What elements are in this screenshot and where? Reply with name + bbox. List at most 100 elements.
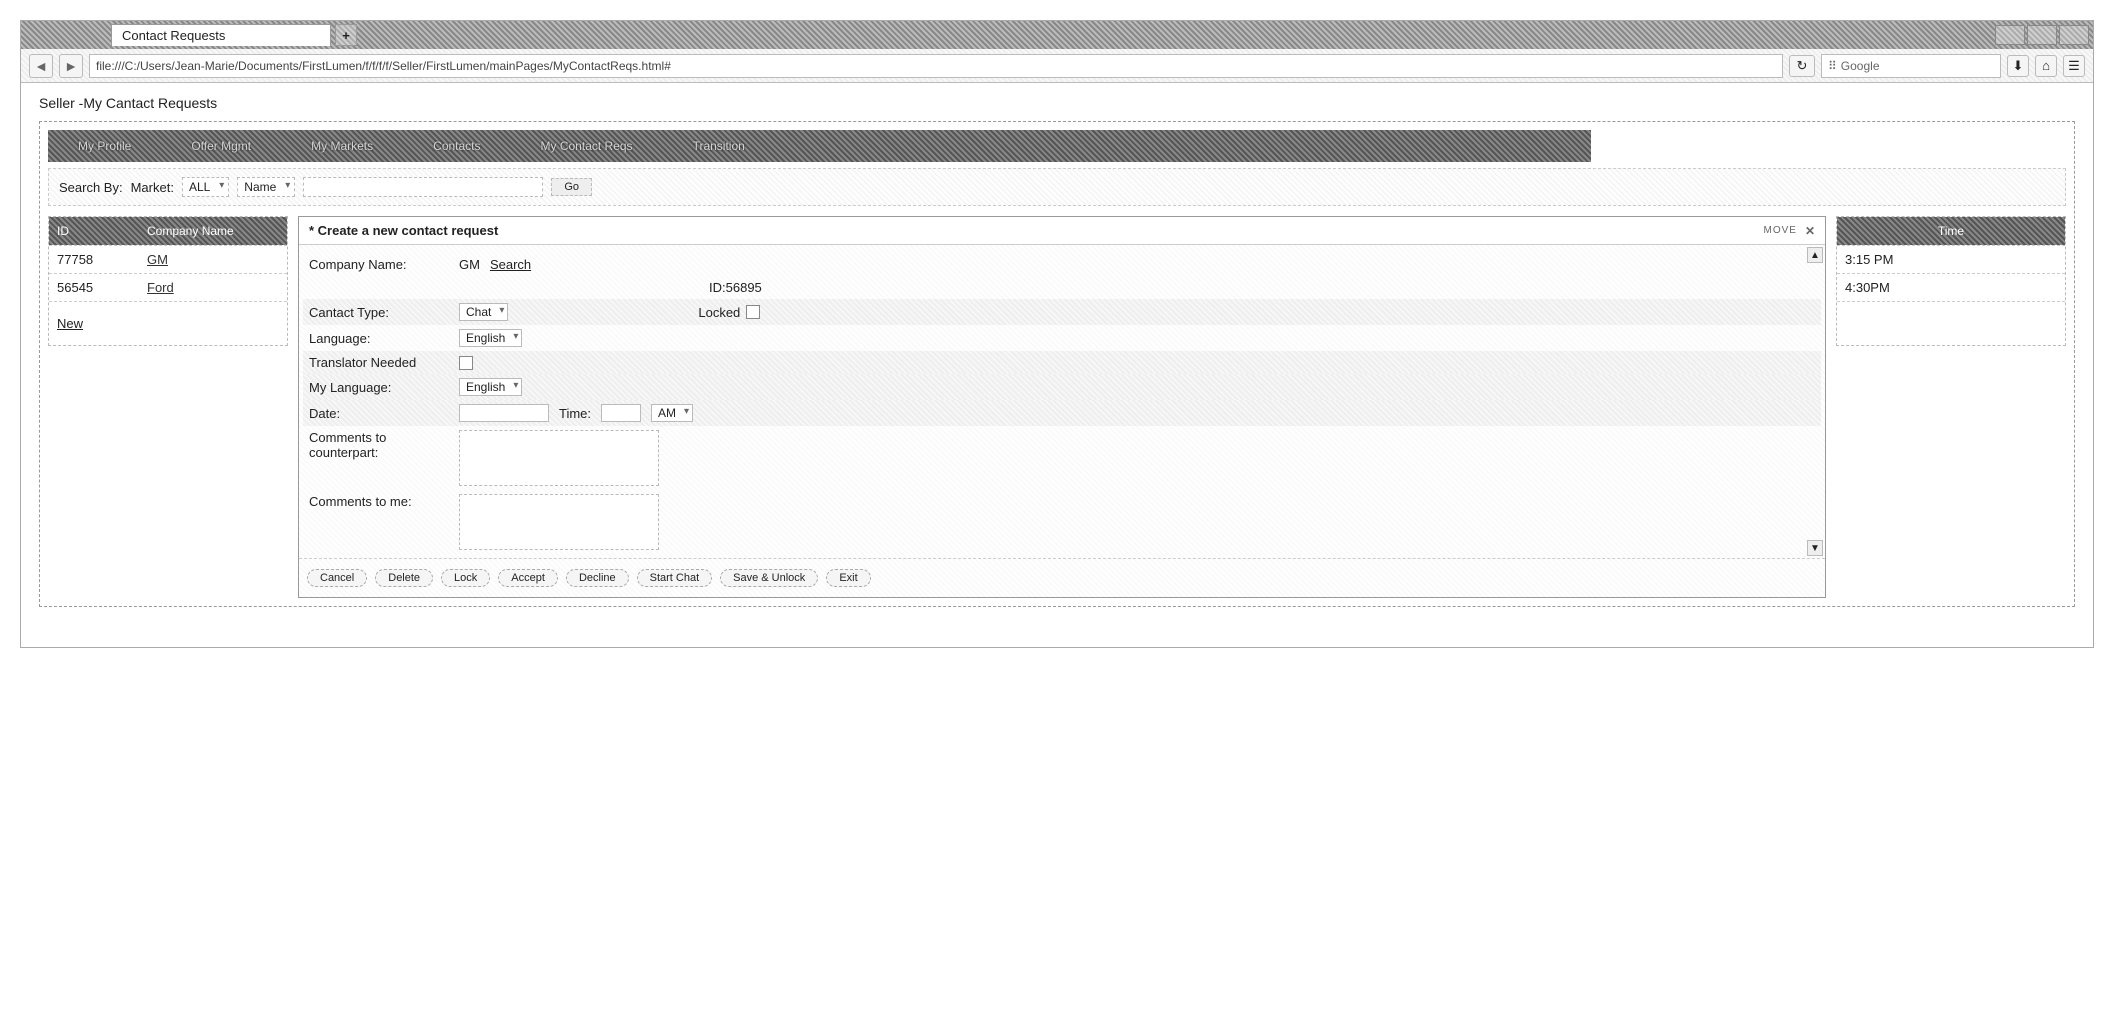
comments-cp-row: Comments to counterpart: bbox=[309, 426, 1815, 490]
accept-button[interactable]: Accept bbox=[498, 569, 558, 587]
window-minimize-button[interactable] bbox=[1995, 25, 2025, 45]
translator-checkbox[interactable] bbox=[459, 356, 473, 370]
window-close-button[interactable] bbox=[2059, 25, 2089, 45]
scroll-down-button[interactable]: ▼ bbox=[1807, 540, 1823, 556]
new-tab-button[interactable]: + bbox=[335, 24, 357, 46]
nav-my-contact-reqs[interactable]: My Contact Reqs bbox=[521, 135, 653, 157]
exit-button[interactable]: Exit bbox=[826, 569, 870, 587]
start-chat-button[interactable]: Start Chat bbox=[637, 569, 713, 587]
downloads-icon[interactable]: ⬇ bbox=[2007, 55, 2029, 77]
nav-my-profile[interactable]: My Profile bbox=[58, 135, 151, 157]
language-label: Language: bbox=[309, 331, 449, 346]
locked-label: Locked bbox=[698, 305, 740, 320]
left-column: ID Company Name 77758 GM 56545 Ford Ne bbox=[48, 216, 288, 598]
market-label: Market: bbox=[131, 180, 174, 195]
company-name-value: GM bbox=[459, 257, 480, 272]
time-input[interactable] bbox=[601, 404, 641, 422]
search-field-dropdown[interactable]: Name bbox=[237, 177, 295, 197]
content-row: ID Company Name 77758 GM 56545 Ford Ne bbox=[42, 216, 2072, 604]
decline-button[interactable]: Decline bbox=[566, 569, 629, 587]
contact-type-label: Cantact Type: bbox=[309, 305, 449, 320]
time-table-footer bbox=[1837, 301, 2065, 345]
ampm-dropdown[interactable]: AM bbox=[651, 404, 693, 422]
table-row[interactable]: 77758 GM bbox=[49, 245, 287, 273]
locked-field: Locked bbox=[698, 305, 760, 320]
page-title: Seller -My Cantact Requests bbox=[39, 95, 2075, 111]
time-table-header: Time bbox=[1837, 217, 2065, 245]
company-row: Company Name: GM Search bbox=[309, 253, 1815, 276]
browser-toolbar: ◄ ► file:///C:/Users/Jean-Marie/Document… bbox=[21, 49, 2093, 83]
main-navbar: My Profile Offer Mgmt My Markets Contact… bbox=[48, 130, 1591, 162]
time-label: Time: bbox=[559, 406, 591, 421]
browser-titlebar: Contact Requests + bbox=[21, 21, 2093, 49]
search-bar: Search By: Market: ALL Name Go bbox=[48, 168, 2066, 206]
window-maximize-button[interactable] bbox=[2027, 25, 2057, 45]
address-bar[interactable]: file:///C:/Users/Jean-Marie/Documents/Fi… bbox=[89, 54, 1783, 78]
table-row[interactable]: 56545 Ford bbox=[49, 273, 287, 301]
search-by-label: Search By: bbox=[59, 180, 123, 195]
table-row[interactable]: 4:30PM bbox=[1837, 273, 2065, 301]
new-link[interactable]: New bbox=[57, 316, 83, 331]
contact-type-row: Cantact Type: Chat Locked bbox=[303, 299, 1821, 325]
translator-row: Translator Needed bbox=[303, 351, 1821, 374]
save-unlock-button[interactable]: Save & Unlock bbox=[720, 569, 818, 587]
search-placeholder: Google bbox=[1841, 59, 1880, 73]
dialog-titlebar[interactable]: * Create a new contact request MOVE ✕ bbox=[299, 217, 1825, 245]
main-panel: My Profile Offer Mgmt My Markets Contact… bbox=[39, 121, 2075, 607]
id-label: ID: bbox=[709, 280, 726, 295]
time-table: Time 3:15 PM 4:30PM bbox=[1836, 216, 2066, 346]
requests-table: ID Company Name 77758 GM 56545 Ford Ne bbox=[48, 216, 288, 346]
reload-icon: ↻ bbox=[1797, 58, 1808, 74]
locked-checkbox[interactable] bbox=[746, 305, 760, 319]
dialog-title-text: * Create a new contact request bbox=[309, 223, 498, 238]
comments-me-label: Comments to me: bbox=[309, 494, 449, 509]
dialog-close-button[interactable]: ✕ bbox=[1805, 224, 1815, 238]
cell-company-link[interactable]: Ford bbox=[147, 280, 174, 295]
comments-cp-textarea[interactable] bbox=[459, 430, 659, 486]
id-display: ID:56895 bbox=[709, 280, 762, 295]
browser-tab[interactable]: Contact Requests bbox=[111, 24, 331, 46]
go-button[interactable]: Go bbox=[551, 178, 592, 196]
cell-company-link[interactable]: GM bbox=[147, 252, 168, 267]
my-language-row: My Language: English bbox=[303, 374, 1821, 400]
market-dropdown[interactable]: ALL bbox=[182, 177, 229, 197]
comments-me-textarea[interactable] bbox=[459, 494, 659, 550]
date-label: Date: bbox=[309, 406, 449, 421]
nav-offer-mgmt[interactable]: Offer Mgmt bbox=[171, 135, 271, 157]
contact-type-dropdown[interactable]: Chat bbox=[459, 303, 508, 321]
translator-label: Translator Needed bbox=[309, 355, 449, 370]
browser-window: Contact Requests + ◄ ► file:///C:/Users/… bbox=[20, 20, 2094, 648]
forward-button[interactable]: ► bbox=[59, 54, 83, 78]
table-footer: New bbox=[49, 301, 287, 345]
col-id: ID bbox=[57, 224, 117, 238]
nav-transition[interactable]: Transition bbox=[673, 135, 765, 157]
cancel-button[interactable]: Cancel bbox=[307, 569, 367, 587]
home-icon[interactable]: ⌂ bbox=[2035, 55, 2057, 77]
delete-button[interactable]: Delete bbox=[375, 569, 433, 587]
id-value: 56895 bbox=[726, 280, 762, 295]
col-company: Company Name bbox=[147, 224, 234, 238]
cell-time: 3:15 PM bbox=[1845, 252, 1893, 267]
search-text-input[interactable] bbox=[303, 177, 543, 197]
reload-button[interactable]: ↻ bbox=[1789, 55, 1815, 77]
nav-contacts[interactable]: Contacts bbox=[413, 135, 500, 157]
page-content: Seller -My Cantact Requests My Profile O… bbox=[21, 83, 2093, 647]
window-controls bbox=[1995, 25, 2093, 45]
date-input[interactable] bbox=[459, 404, 549, 422]
dialog-move-handle[interactable]: MOVE bbox=[1763, 225, 1796, 236]
cell-time: 4:30PM bbox=[1845, 280, 1890, 295]
dialog-body: ▲ Company Name: GM Search ID:56895 bbox=[299, 245, 1825, 558]
search-engine-icon: ⠿ bbox=[1828, 59, 1837, 73]
nav-my-markets[interactable]: My Markets bbox=[291, 135, 393, 157]
my-language-dropdown[interactable]: English bbox=[459, 378, 522, 396]
company-search-link[interactable]: Search bbox=[490, 257, 531, 272]
browser-search-box[interactable]: ⠿ Google bbox=[1821, 54, 2001, 78]
back-button[interactable]: ◄ bbox=[29, 54, 53, 78]
dialog-button-row: Cancel Delete Lock Accept Decline Start … bbox=[299, 558, 1825, 597]
scroll-up-button[interactable]: ▲ bbox=[1807, 247, 1823, 263]
lock-button[interactable]: Lock bbox=[441, 569, 490, 587]
right-column: Time 3:15 PM 4:30PM bbox=[1836, 216, 2066, 598]
menu-icon[interactable]: ☰ bbox=[2063, 55, 2085, 77]
language-dropdown[interactable]: English bbox=[459, 329, 522, 347]
table-row[interactable]: 3:15 PM bbox=[1837, 245, 2065, 273]
